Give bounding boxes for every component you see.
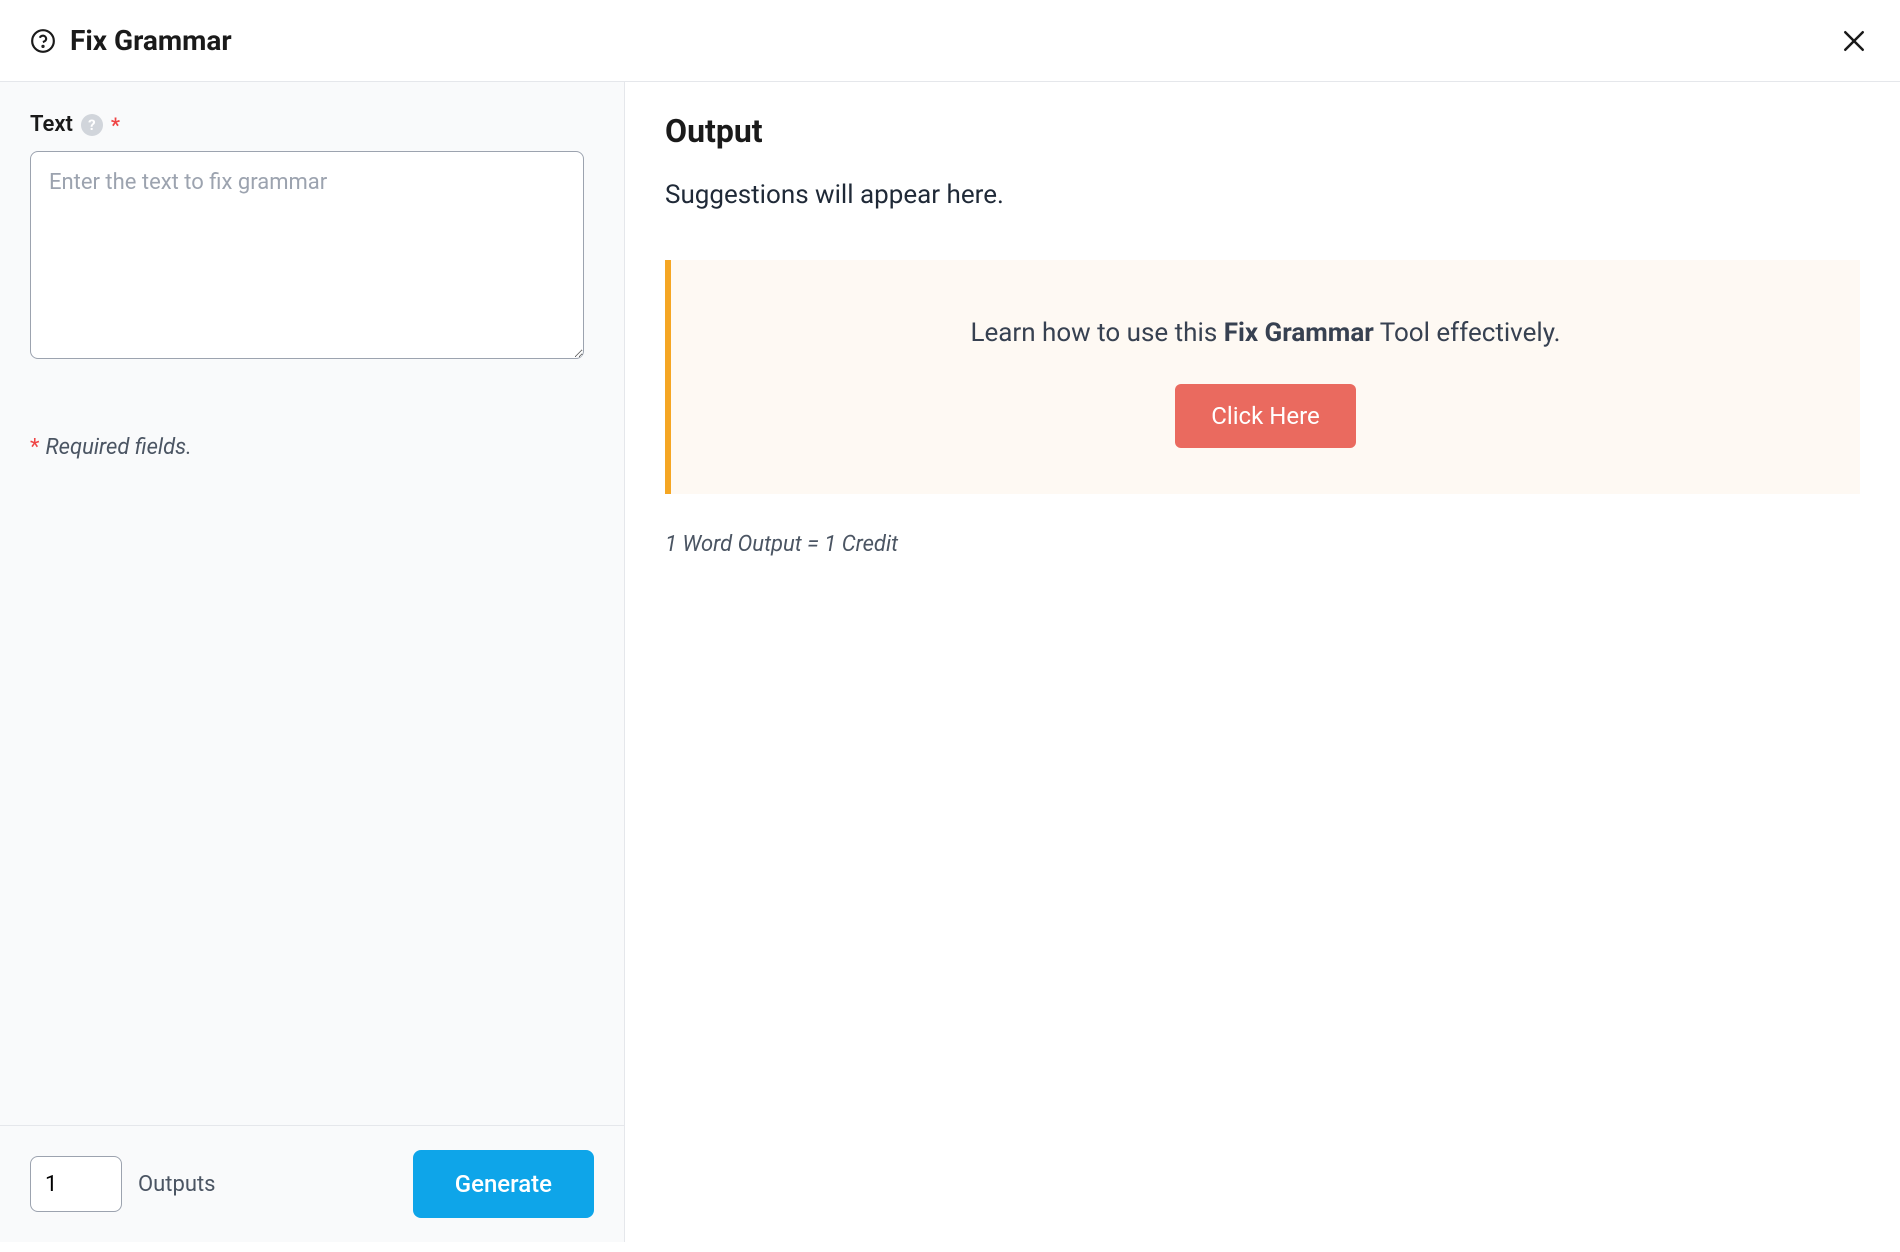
learn-callout: Learn how to use this Fix Grammar Tool e… xyxy=(665,260,1860,494)
outputs-count-input[interactable] xyxy=(30,1156,122,1212)
callout-suffix: Tool effectively. xyxy=(1374,318,1561,348)
required-fields-text: Required fields. xyxy=(45,435,191,460)
help-circle-icon[interactable] xyxy=(30,28,56,54)
click-here-button[interactable]: Click Here xyxy=(1175,384,1355,448)
outputs-label: Outputs xyxy=(138,1172,216,1197)
generate-button[interactable]: Generate xyxy=(413,1150,594,1218)
right-panel: Output Suggestions will appear here. Lea… xyxy=(625,82,1900,1242)
required-asterisk-icon: * xyxy=(111,113,120,137)
text-input[interactable] xyxy=(30,151,584,359)
required-asterisk-icon: * xyxy=(30,435,39,460)
outputs-group: Outputs xyxy=(30,1156,216,1212)
suggestions-placeholder-text: Suggestions will appear here. xyxy=(665,180,1860,210)
text-field-label: Text xyxy=(30,112,73,137)
main-content: Text ? * *Required fields. Outputs Gener… xyxy=(0,82,1900,1242)
left-content: Text ? * *Required fields. xyxy=(0,82,624,490)
text-field-label-row: Text ? * xyxy=(30,112,594,137)
header-left: Fix Grammar xyxy=(30,24,232,57)
page-title: Fix Grammar xyxy=(70,24,232,57)
required-fields-note: *Required fields. xyxy=(30,435,594,460)
close-icon[interactable] xyxy=(1838,25,1870,57)
header: Fix Grammar xyxy=(0,0,1900,82)
callout-bold: Fix Grammar xyxy=(1224,318,1374,348)
question-mark-icon[interactable]: ? xyxy=(81,114,103,136)
left-footer: Outputs Generate xyxy=(0,1125,624,1242)
left-panel: Text ? * *Required fields. Outputs Gener… xyxy=(0,82,625,1242)
credit-note: 1 Word Output = 1 Credit xyxy=(665,532,1860,557)
output-title: Output xyxy=(665,112,1860,150)
callout-prefix: Learn how to use this xyxy=(970,318,1223,348)
callout-text: Learn how to use this Fix Grammar Tool e… xyxy=(701,318,1830,348)
